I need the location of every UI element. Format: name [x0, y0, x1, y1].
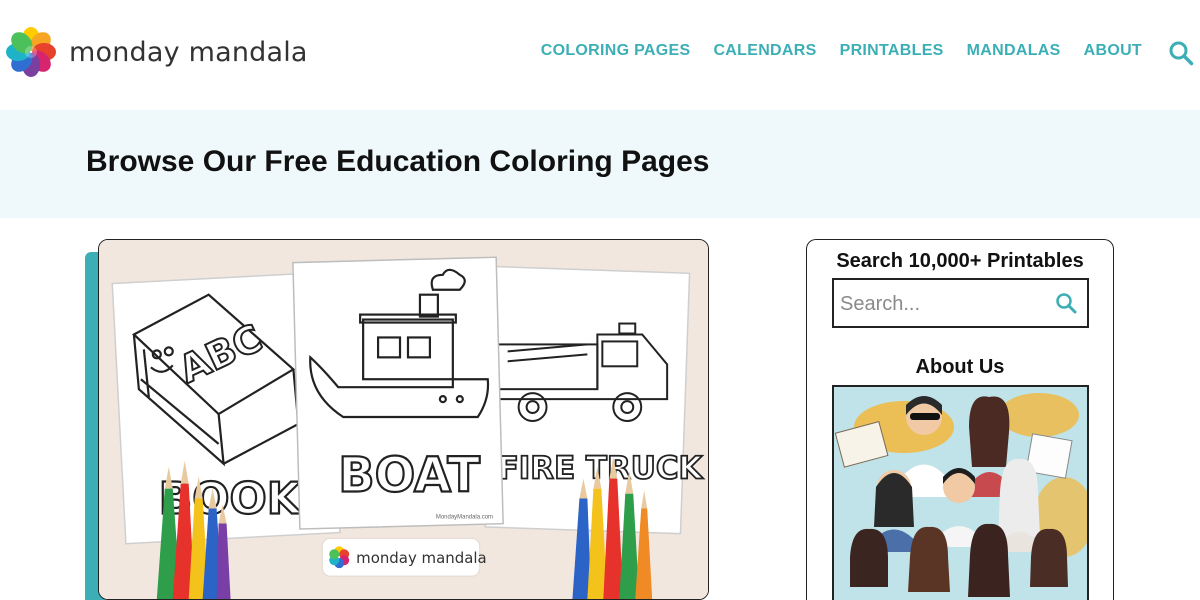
featured-image[interactable]: ABC BOOK FIRE TRUCK BOAT MondayMandala.c… [99, 240, 708, 599]
search-box[interactable] [832, 278, 1089, 328]
boat-page-caption: BOAT [338, 449, 480, 504]
brand-badge: monday mandala [321, 537, 487, 577]
search-icon[interactable] [1055, 292, 1077, 314]
about-us-image[interactable] [832, 385, 1089, 600]
brand-name: monday mandala [69, 36, 308, 68]
search-input[interactable] [840, 290, 1040, 318]
site-header: monday mandala COLORING PAGES CALENDARS … [0, 0, 1200, 110]
boat-page-watermark: MondayMandala.com [436, 514, 493, 520]
nav-calendars[interactable]: CALENDARS [713, 42, 816, 60]
search-icon[interactable] [1168, 40, 1194, 66]
sidebar: Search 10,000+ Printables About Us [806, 239, 1114, 600]
fire-truck-page-caption: FIRE TRUCK [498, 451, 704, 487]
site-logo[interactable]: monday mandala [6, 27, 308, 77]
badge-text: monday mandala [356, 549, 487, 567]
team-illustration [834, 387, 1087, 600]
page-title: Browse Our Free Education Coloring Pages [86, 145, 710, 178]
nav-coloring-pages[interactable]: COLORING PAGES [541, 42, 691, 60]
nav-mandalas[interactable]: MANDALAS [967, 42, 1061, 60]
nav-printables[interactable]: PRINTABLES [840, 42, 944, 60]
about-heading: About Us [915, 356, 1005, 378]
coloring-page-boat: BOAT MondayMandala.com [292, 256, 504, 530]
main-nav: COLORING PAGES CALENDARS PRINTABLES MAND… [518, 42, 1142, 60]
search-heading: Search 10,000+ Printables [836, 250, 1084, 272]
flower-logo-icon [6, 27, 56, 77]
featured-card[interactable]: ABC BOOK FIRE TRUCK BOAT MondayMandala.c… [98, 239, 709, 600]
nav-about[interactable]: ABOUT [1084, 42, 1142, 60]
